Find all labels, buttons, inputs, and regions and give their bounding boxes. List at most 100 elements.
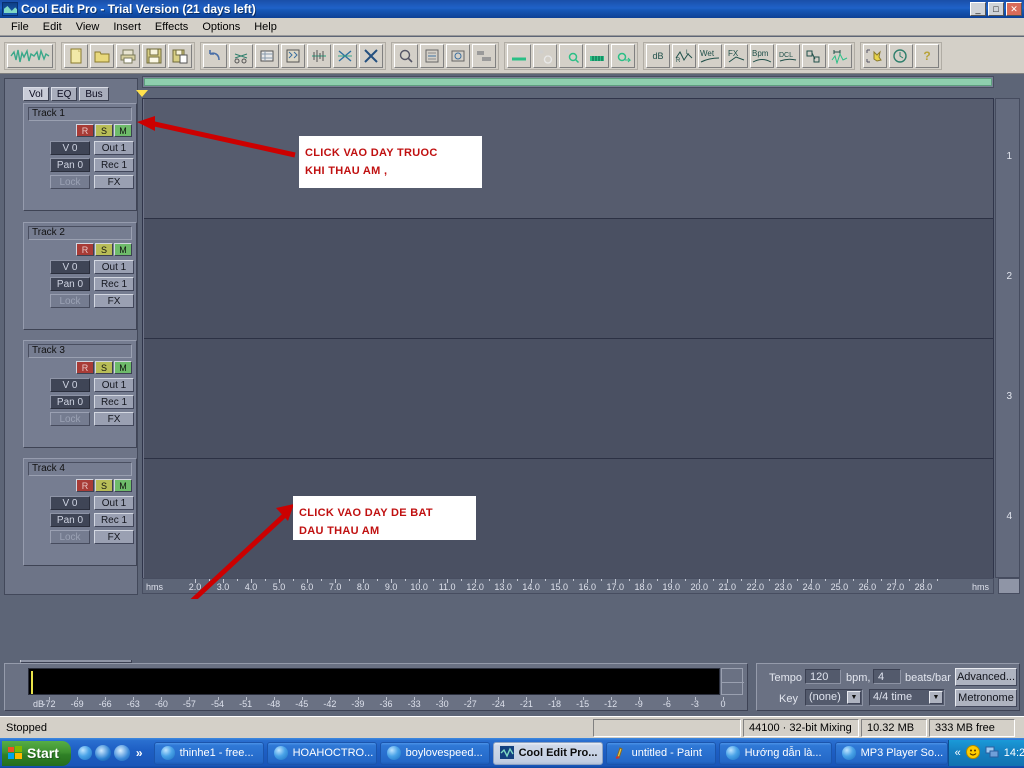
- track-solo-2[interactable]: S: [95, 243, 113, 256]
- track-fx-2[interactable]: FX: [94, 294, 134, 308]
- taskbar-item-mp3player[interactable]: MP3 Player So...: [834, 741, 948, 765]
- track-lock-1[interactable]: Lock: [50, 175, 90, 189]
- track-volume-2[interactable]: V 0: [50, 260, 90, 274]
- track-fx-3[interactable]: FX: [94, 412, 134, 426]
- tab-bus[interactable]: Bus: [79, 87, 109, 101]
- track-volume-4[interactable]: V 0: [50, 496, 90, 510]
- select-all-icon[interactable]: [863, 44, 887, 68]
- level-meter-display[interactable]: [28, 668, 720, 695]
- save-icon[interactable]: [142, 44, 166, 68]
- track-name-1[interactable]: Track 1: [28, 107, 132, 121]
- insert-wave-icon[interactable]: [559, 44, 583, 68]
- track-lock-2[interactable]: Lock: [50, 294, 90, 308]
- chevron-down-icon[interactable]: ▼: [929, 691, 943, 704]
- metronome-button[interactable]: Metronome: [955, 689, 1017, 707]
- playhead-marker[interactable]: [136, 90, 148, 97]
- media-player-icon[interactable]: [94, 745, 111, 761]
- time-ruler[interactable]: hms hms 2.0 3.0 4.0 5.0 6.0 7.0 8.0 9.0 10.0 11.0…: [142, 578, 994, 594]
- group-waveform-icon[interactable]: [472, 44, 496, 68]
- delete-selection-icon[interactable]: [359, 44, 383, 68]
- tab-eq[interactable]: EQ: [50, 87, 78, 101]
- overflow-chevron-icon[interactable]: »: [133, 746, 146, 760]
- help-icon[interactable]: ?: [915, 44, 939, 68]
- close-button[interactable]: ✕: [1006, 2, 1022, 16]
- waveform-edit-icon[interactable]: [828, 44, 852, 68]
- outlook-express-icon[interactable]: [113, 745, 130, 761]
- cut-icon[interactable]: [229, 44, 253, 68]
- insert-record-icon[interactable]: [611, 44, 635, 68]
- print-icon[interactable]: [116, 44, 140, 68]
- network-icon[interactable]: [985, 745, 999, 762]
- track-lock-3[interactable]: Lock: [50, 412, 90, 426]
- level-meter-panel[interactable]: dB -72 -69 -66 -63 -60 -57 -54 -51 -48 -45 -42 -39-…: [4, 663, 748, 711]
- advanced-button[interactable]: Advanced...: [955, 668, 1017, 686]
- track-rec-device-2[interactable]: Rec 1: [94, 277, 134, 291]
- tab-vol[interactable]: Vol: [23, 87, 49, 101]
- track-fx-1[interactable]: FX: [94, 175, 134, 189]
- chevron-down-icon[interactable]: ▼: [847, 691, 861, 704]
- smiley-icon[interactable]: [965, 744, 980, 762]
- open-file-icon[interactable]: [90, 44, 114, 68]
- track-mute-2[interactable]: M: [114, 243, 132, 256]
- track-solo-4[interactable]: S: [95, 479, 113, 492]
- track-lanes[interactable]: [142, 98, 994, 579]
- menu-item-edit[interactable]: Edit: [36, 20, 69, 34]
- horizontal-scrollbar[interactable]: [142, 76, 994, 88]
- menu-item-view[interactable]: View: [69, 20, 107, 34]
- track-rec-device-1[interactable]: Rec 1: [94, 158, 134, 172]
- track-pan-3[interactable]: Pan 0: [50, 395, 90, 409]
- track-rec-device-3[interactable]: Rec 1: [94, 395, 134, 409]
- tray-chevron-icon[interactable]: «: [955, 747, 961, 759]
- snapshot-icon[interactable]: [446, 44, 470, 68]
- level-meter-clip-indicator[interactable]: [721, 668, 744, 695]
- track-mute-4[interactable]: M: [114, 479, 132, 492]
- track-pan-1[interactable]: Pan 0: [50, 158, 90, 172]
- vertical-scrollbar[interactable]: [998, 578, 1020, 594]
- track-record-arm-3[interactable]: R: [76, 361, 94, 374]
- track-record-arm-2[interactable]: R: [76, 243, 94, 256]
- minimize-button[interactable]: _: [970, 2, 986, 16]
- track-pan-2[interactable]: Pan 0: [50, 277, 90, 291]
- new-file-icon[interactable]: [64, 44, 88, 68]
- zoom-sel-icon[interactable]: [394, 44, 418, 68]
- track-record-arm-4[interactable]: R: [76, 479, 94, 492]
- db-icon[interactable]: dB: [646, 44, 670, 68]
- track-volume-3[interactable]: V 0: [50, 378, 90, 392]
- track-fx-4[interactable]: FX: [94, 530, 134, 544]
- menu-item-insert[interactable]: Insert: [106, 20, 148, 34]
- track-lane-2[interactable]: [143, 219, 993, 339]
- taskbar-item-cool-edit-pro[interactable]: Cool Edit Pro...: [492, 741, 603, 765]
- track-pan-4[interactable]: Pan 0: [50, 513, 90, 527]
- punch-icon[interactable]: [802, 44, 826, 68]
- wet-icon[interactable]: Wet: [698, 44, 722, 68]
- track-name-4[interactable]: Track 4: [28, 462, 132, 476]
- paste-icon[interactable]: [281, 44, 305, 68]
- menu-item-effects[interactable]: Effects: [148, 20, 195, 34]
- scrollbar-thumb[interactable]: [144, 78, 992, 86]
- dcl-icon[interactable]: DCL: [776, 44, 800, 68]
- insert-ruler-icon[interactable]: [585, 44, 609, 68]
- key-select[interactable]: (none) ▼: [805, 689, 863, 706]
- bpm-icon[interactable]: Bpm: [750, 44, 774, 68]
- taskbar-item-hoahoctro[interactable]: HOAHOCTRO...: [266, 741, 377, 765]
- maximize-button[interactable]: □: [988, 2, 1004, 16]
- track-out-2[interactable]: Out 1: [94, 260, 134, 274]
- trim-icon[interactable]: [333, 44, 357, 68]
- track-volume-1[interactable]: V 0: [50, 141, 90, 155]
- taskbar-item-boylovespeed[interactable]: boylovespeed...: [379, 741, 490, 765]
- track-lane-3[interactable]: [143, 339, 993, 459]
- track-lane-4[interactable]: [143, 459, 993, 579]
- pan-lr-icon[interactable]: LR: [672, 44, 696, 68]
- mix-paste-icon[interactable]: [307, 44, 331, 68]
- tempo-input[interactable]: 120: [805, 669, 841, 684]
- track-lane-1[interactable]: [143, 99, 993, 219]
- taskbar-item-thinhe1[interactable]: thinhe1 - free...: [153, 741, 264, 765]
- track-name-3[interactable]: Track 3: [28, 344, 132, 358]
- track-out-4[interactable]: Out 1: [94, 496, 134, 510]
- loop-icon[interactable]: [420, 44, 444, 68]
- time-window-icon[interactable]: [889, 44, 913, 68]
- taskbar-item-paint[interactable]: untitled - Paint: [605, 741, 716, 765]
- insert-delete-icon[interactable]: [533, 44, 557, 68]
- fx-icon[interactable]: FX: [724, 44, 748, 68]
- track-solo-3[interactable]: S: [95, 361, 113, 374]
